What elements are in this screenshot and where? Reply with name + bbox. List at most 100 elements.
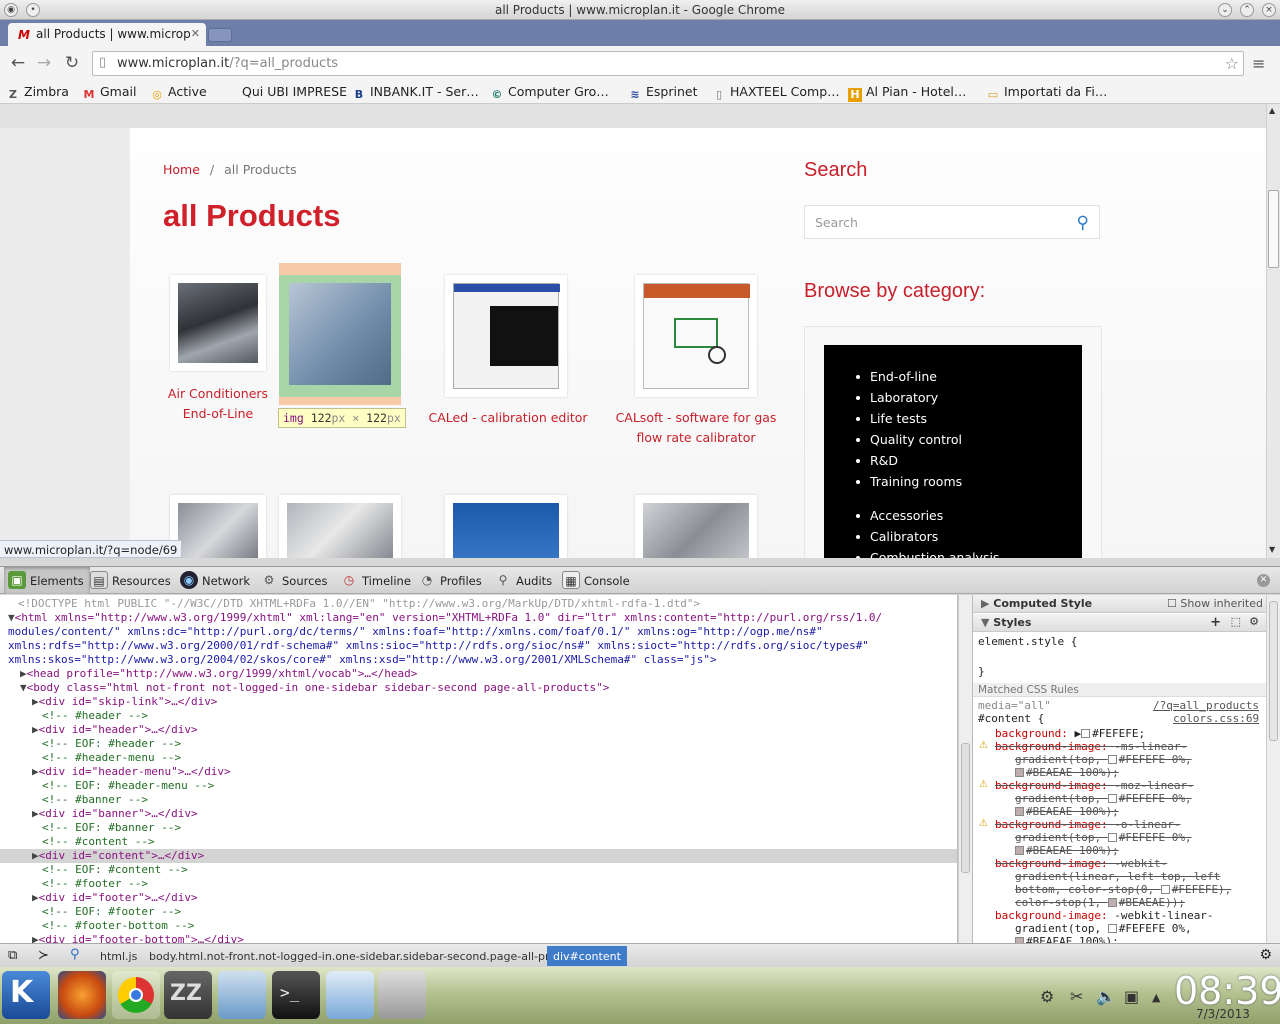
category-item[interactable]: Calibrators: [854, 526, 999, 547]
element-style-rule[interactable]: element.style {: [978, 635, 1077, 648]
category-item[interactable]: Accessories: [854, 505, 999, 526]
bookmark-active[interactable]: ◎ Active: [150, 84, 206, 102]
category-item[interactable]: End-of-line: [854, 366, 999, 387]
product-thumbnail[interactable]: [635, 495, 757, 558]
show-inherited-checkbox[interactable]: ☐ Show inherited: [1167, 597, 1263, 610]
minimize-icon[interactable]: ⌄: [1218, 3, 1232, 17]
tab-console[interactable]: ▦ Console: [558, 567, 636, 594]
css-property[interactable]: background: ▶ #FEFEFE;: [995, 727, 1145, 740]
dom-line-selected[interactable]: ▶<div id="content">…</div>: [0, 849, 957, 863]
css-property[interactable]: background-image: -webkit-linear-: [995, 909, 1214, 922]
scrollbar-thumb[interactable]: [961, 743, 970, 873]
tab-resources[interactable]: ▤ Resources: [86, 567, 177, 594]
dom-line[interactable]: ▶<div id="skip-link">…</div>: [0, 695, 957, 709]
maximize-icon[interactable]: ⌃: [1240, 3, 1254, 17]
zimbra-app-icon[interactable]: ZZ: [164, 971, 212, 1019]
bookmark-inbank[interactable]: B INBANK.IT - Ser…: [352, 84, 479, 102]
kde-menu-icon[interactable]: K: [2, 971, 50, 1019]
category-item[interactable]: Life tests: [854, 408, 999, 429]
dom-line[interactable]: <!-- EOF: #header -->: [0, 737, 957, 751]
dom-line[interactable]: <!-- EOF: #footer -->: [0, 905, 957, 919]
chrome-icon[interactable]: [112, 971, 160, 1019]
dom-line[interactable]: ▶<div id="header-menu">…</div>: [0, 765, 957, 779]
scrollbar-thumb[interactable]: [1269, 601, 1278, 741]
source-link[interactable]: colors.css:69: [1173, 712, 1259, 725]
css-selector[interactable]: #content {: [978, 712, 1044, 725]
crumb-body[interactable]: body.html.not-front.not-logged-in.one-si…: [143, 946, 592, 966]
settings-gear-icon[interactable]: ⚙: [1249, 615, 1259, 628]
dom-line[interactable]: ▼<html xmlns="http://www.w3.org/1999/xht…: [0, 611, 957, 625]
dom-line[interactable]: <!-- #footer -->: [0, 877, 957, 891]
styles-scrollbar[interactable]: [1266, 595, 1280, 943]
tab-sources[interactable]: ⚙ Sources: [256, 567, 334, 594]
tab-audits[interactable]: ⚲ Audits: [490, 567, 558, 594]
back-icon[interactable]: ←: [8, 53, 28, 73]
page-scrollbar[interactable]: ▲ ▼: [1266, 104, 1280, 558]
css-property-overridden[interactable]: background-image: -webkit-: [995, 857, 1167, 870]
bookmark-computer-gro[interactable]: © Computer Gro…: [490, 84, 609, 102]
product-thumbnail[interactable]: [170, 495, 266, 558]
devtools-close-icon[interactable]: ✕: [1257, 574, 1270, 587]
bookmark-haxteel[interactable]: ▯ HAXTEEL Comp…: [712, 84, 840, 102]
dom-line[interactable]: <!-- #content -->: [0, 835, 957, 849]
devtools-settings-gear-icon[interactable]: ⚙: [1259, 947, 1272, 963]
element-state-icon[interactable]: ⬚: [1231, 615, 1241, 628]
terminal-icon[interactable]: >_: [272, 971, 320, 1019]
bookmark-al-pian[interactable]: H Al Pian - Hotel…: [848, 84, 966, 102]
chrome-menu-icon[interactable]: ≡: [1252, 54, 1265, 73]
tab-elements[interactable]: ▣ Elements: [4, 567, 90, 594]
dom-line[interactable]: ▶<div id="banner">…</div>: [0, 807, 957, 821]
dom-line[interactable]: xmlns:rdfs="http://www.w3.org/2000/01/rd…: [0, 639, 957, 653]
dock-icon[interactable]: ⧉: [8, 948, 17, 963]
console-drawer-icon[interactable]: ≻: [38, 948, 49, 963]
inspect-search-icon[interactable]: ⚲: [70, 947, 80, 962]
search-input[interactable]: Search ⚲: [804, 205, 1100, 239]
add-rule-icon[interactable]: +: [1210, 615, 1221, 630]
computed-style-header[interactable]: ▶ Computed Style ☐ Show inherited: [973, 595, 1266, 613]
dom-scrollbar[interactable]: [958, 595, 972, 943]
product-link-calsoft[interactable]: CALsoft - software for gas flow rate cali…: [610, 408, 782, 448]
dom-line[interactable]: <!-- #banner -->: [0, 793, 957, 807]
product-link-caled[interactable]: CALed - calibration editor: [420, 408, 596, 428]
dom-line[interactable]: <!-- EOF: #header-menu -->: [0, 779, 957, 793]
product-thumbnail-air-conditioners[interactable]: [170, 275, 266, 371]
product-thumbnail-calsoft[interactable]: [635, 275, 757, 397]
reload-icon[interactable]: ↻: [62, 53, 82, 73]
product-link-air-conditioners[interactable]: Air Conditioners End-of-Line: [150, 384, 286, 424]
new-tab-button[interactable]: [208, 28, 232, 42]
settings-tray-icon[interactable]: ⚙: [1040, 987, 1054, 1006]
search-icon[interactable]: ⚲: [1077, 213, 1089, 233]
firefox-icon[interactable]: [58, 971, 106, 1019]
crumb-div-content[interactable]: div#content: [547, 946, 627, 966]
address-bar[interactable]: ▯ www.microplan.it/?q=all_products ☆: [92, 51, 1244, 76]
bookmark-ubi[interactable]: Qui UBI IMPRESE: [242, 84, 347, 99]
dom-line[interactable]: modules/content/" xmlns:dc="http://purl.…: [0, 625, 957, 639]
calculator-icon[interactable]: [378, 971, 426, 1019]
scrollbar-thumb[interactable]: [1268, 190, 1279, 268]
bookmark-importati[interactable]: ▭ Importati da Fi…: [986, 84, 1108, 102]
dom-line[interactable]: <!-- EOF: #content -->: [0, 863, 957, 877]
dom-line[interactable]: <!-- #footer-bottom -->: [0, 919, 957, 933]
category-item[interactable]: Combustion analysis: [854, 547, 999, 558]
battery-icon[interactable]: ▣: [1124, 987, 1139, 1006]
tray-expand-icon[interactable]: ▲: [1152, 991, 1160, 1004]
breadcrumb-home-link[interactable]: Home: [163, 162, 200, 177]
scroll-down-icon[interactable]: ▼: [1269, 545, 1275, 554]
dom-line[interactable]: ▶<div id="footer-bottom">…</div>: [0, 933, 957, 943]
bookmark-zimbra[interactable]: Z Zimbra: [6, 84, 69, 102]
category-item[interactable]: R&D: [854, 450, 999, 471]
product-thumbnail-caled[interactable]: [445, 275, 567, 397]
file-manager-icon[interactable]: [326, 971, 374, 1019]
bookmark-esprinet[interactable]: ≋ Esprinet: [628, 84, 697, 102]
styles-header[interactable]: ▼ Styles + ⬚ ⚙: [973, 614, 1266, 632]
close-icon[interactable]: ×: [1262, 3, 1276, 17]
tab-network[interactable]: ◉ Network: [176, 567, 256, 594]
forward-icon[interactable]: →: [34, 53, 54, 73]
category-item[interactable]: Laboratory: [854, 387, 999, 408]
crumb-html[interactable]: html.js: [94, 946, 143, 966]
clipboard-scissors-icon[interactable]: ✂: [1070, 987, 1083, 1006]
tab-close-icon[interactable]: ✕: [191, 27, 200, 40]
remote-desktop-icon[interactable]: [218, 971, 266, 1019]
source-link[interactable]: /?q=all_products: [1153, 699, 1259, 712]
product-thumbnail[interactable]: [445, 495, 567, 558]
